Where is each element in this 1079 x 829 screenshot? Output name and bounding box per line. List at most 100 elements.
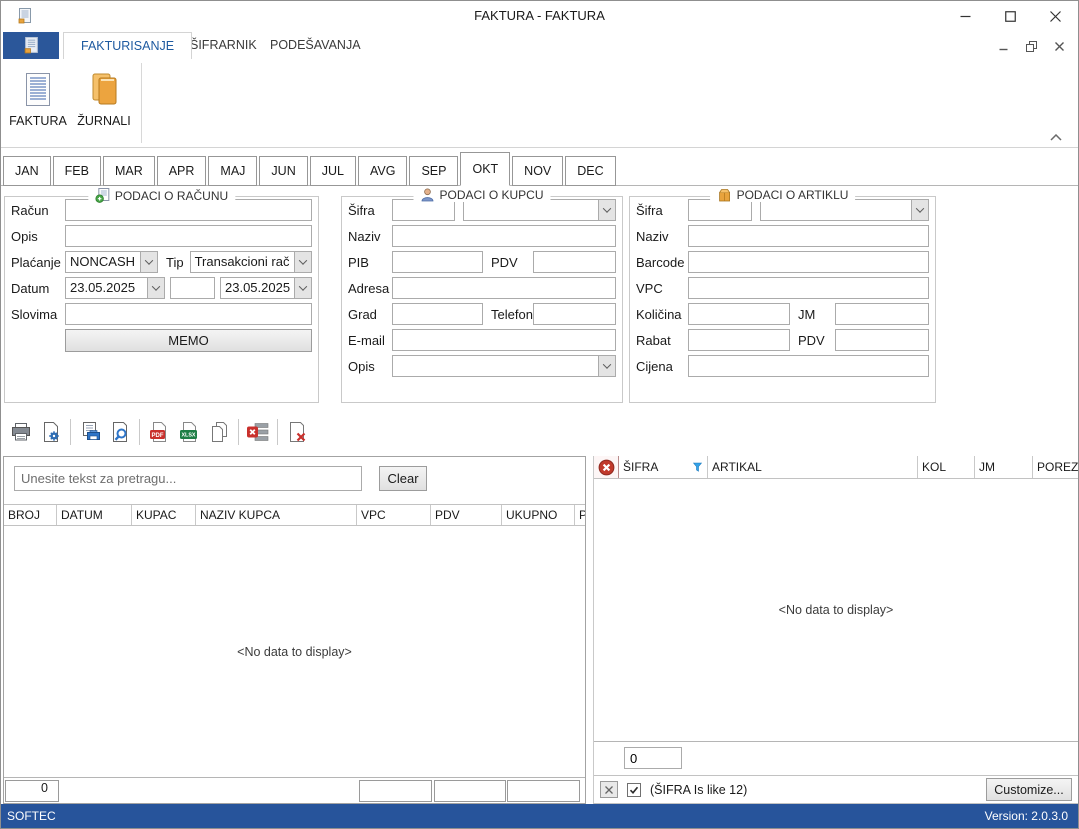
- datum-from-picker[interactable]: 23.05.2025: [65, 277, 165, 299]
- month-tab-sep[interactable]: SEP: [409, 156, 458, 186]
- faktura-button[interactable]: FAKTURA: [6, 64, 70, 142]
- column-header-broj[interactable]: BROJ: [4, 505, 57, 525]
- slovima-input[interactable]: [65, 303, 312, 325]
- artikal-kolicina-input[interactable]: [688, 303, 790, 325]
- month-tab-okt[interactable]: OKT: [460, 152, 510, 186]
- kupac-telefon-input[interactable]: [533, 303, 616, 325]
- column-header-artikal[interactable]: ARTIKAL: [708, 456, 918, 478]
- artikal-vpc-input[interactable]: [688, 277, 929, 299]
- no-data-message: <No data to display>: [779, 603, 894, 617]
- chevron-down-icon[interactable]: [598, 356, 615, 376]
- close-icon[interactable]: [1033, 1, 1078, 31]
- month-tab-dec[interactable]: DEC: [565, 156, 615, 186]
- artikal-pdv-input[interactable]: [835, 329, 929, 351]
- print-document-icon[interactable]: [75, 417, 105, 447]
- chevron-down-icon[interactable]: [140, 252, 157, 272]
- artikal-sifra-combo[interactable]: [760, 199, 929, 221]
- placanje-combo[interactable]: NONCASH: [65, 251, 158, 273]
- datum-to-picker[interactable]: 23.05.2025: [220, 277, 312, 299]
- ribbon-tab-fakturisanje[interactable]: FAKTURISANJE: [63, 32, 192, 59]
- month-tab-nov[interactable]: NOV: [512, 156, 563, 186]
- placanje-value: NONCASH: [66, 252, 140, 272]
- print-preview-icon[interactable]: [105, 417, 135, 447]
- minimize-icon[interactable]: [943, 1, 988, 31]
- racun-label: Račun: [11, 203, 65, 218]
- artikal-cijena-input[interactable]: [688, 355, 929, 377]
- items-footer-value[interactable]: [624, 747, 682, 769]
- month-tab-mar[interactable]: MAR: [103, 156, 155, 186]
- page-setup-icon[interactable]: [36, 417, 66, 447]
- clear-button[interactable]: Clear: [379, 466, 427, 491]
- month-tab-jul[interactable]: JUL: [310, 156, 356, 186]
- chevron-down-icon[interactable]: [294, 278, 311, 298]
- month-tab-feb[interactable]: FEB: [53, 156, 101, 186]
- ribbon-separator: [141, 63, 142, 143]
- tip-value: Transakcioni rač: [191, 252, 294, 272]
- mdi-restore-icon[interactable]: [1020, 37, 1042, 55]
- column-header-vpc[interactable]: VPC: [357, 505, 431, 525]
- group-racun: PODACI O RAČUNU Račun Opis Plaćanje NONC…: [4, 196, 319, 403]
- column-header-naziv-kupca[interactable]: NAZIV KUPCA: [196, 505, 357, 525]
- kupac-adresa-input[interactable]: [392, 277, 616, 299]
- chevron-down-icon[interactable]: [911, 200, 928, 220]
- delete-all-items-icon[interactable]: [594, 456, 619, 478]
- remove-filter-icon[interactable]: [600, 781, 618, 798]
- filter-funnel-icon[interactable]: [693, 462, 702, 472]
- export-xlsx-icon[interactable]: XLSX: [174, 417, 204, 447]
- zurnali-button[interactable]: ŽURNALI: [72, 64, 136, 142]
- tip-combo[interactable]: Transakcioni rač: [190, 251, 312, 273]
- maximize-icon[interactable]: [988, 1, 1033, 31]
- mdi-close-icon[interactable]: [1048, 37, 1070, 55]
- chevron-down-icon[interactable]: [598, 200, 615, 220]
- column-header-p[interactable]: P: [575, 505, 585, 525]
- kupac-adresa-label: Adresa: [348, 281, 392, 296]
- kupac-pib-input[interactable]: [392, 251, 483, 273]
- kupac-sifra-input[interactable]: [392, 199, 455, 221]
- filter-enabled-checkbox[interactable]: [627, 783, 641, 797]
- print-icon[interactable]: [6, 417, 36, 447]
- artikal-sifra-input[interactable]: [688, 199, 752, 221]
- search-input[interactable]: [14, 466, 362, 491]
- column-header-jm[interactable]: JM: [975, 456, 1033, 478]
- ribbon-tab-podesavanja[interactable]: PODEŠAVANJA: [253, 32, 378, 59]
- chevron-down-icon[interactable]: [294, 252, 311, 272]
- copy-document-icon[interactable]: [204, 417, 234, 447]
- no-data-message: <No data to display>: [237, 645, 352, 659]
- column-header-kol[interactable]: KOL: [918, 456, 975, 478]
- datum-middle-input[interactable]: [170, 277, 215, 299]
- artikal-barcode-input[interactable]: [688, 251, 929, 273]
- file-menu-button[interactable]: [3, 32, 59, 59]
- column-header-sifra[interactable]: ŠIFRA: [619, 456, 708, 478]
- mdi-minimize-icon[interactable]: [992, 37, 1014, 55]
- kupac-naziv-input[interactable]: [392, 225, 616, 247]
- kupac-email-label: E-mail: [348, 333, 392, 348]
- kupac-email-input[interactable]: [392, 329, 616, 351]
- column-header-porez[interactable]: POREZ: [1033, 456, 1078, 478]
- delete-rows-icon[interactable]: [243, 417, 273, 447]
- chevron-down-icon[interactable]: [147, 278, 164, 298]
- month-tab-maj[interactable]: MAJ: [208, 156, 257, 186]
- month-tab-apr[interactable]: APR: [157, 156, 207, 186]
- column-header-datum[interactable]: DATUM: [57, 505, 132, 525]
- collapse-ribbon-icon[interactable]: [1050, 134, 1062, 141]
- column-header-ukupno[interactable]: UKUPNO: [502, 505, 575, 525]
- kupac-sifra-combo[interactable]: [463, 199, 616, 221]
- month-tab-jun[interactable]: JUN: [259, 156, 307, 186]
- opis-input[interactable]: [65, 225, 312, 247]
- kupac-opis-combo[interactable]: [392, 355, 616, 377]
- artikal-pdv-label: PDV: [790, 333, 835, 348]
- delete-document-icon[interactable]: [282, 417, 312, 447]
- artikal-jm-input[interactable]: [835, 303, 929, 325]
- artikal-rabat-input[interactable]: [688, 329, 790, 351]
- column-header-pdv[interactable]: PDV: [431, 505, 502, 525]
- export-pdf-icon[interactable]: PDF: [144, 417, 174, 447]
- column-header-kupac[interactable]: KUPAC: [132, 505, 196, 525]
- artikal-naziv-input[interactable]: [688, 225, 929, 247]
- artikal-sifra-label: Šifra: [636, 203, 688, 218]
- memo-button[interactable]: MEMO: [65, 329, 312, 352]
- kupac-pdv-input[interactable]: [533, 251, 616, 273]
- kupac-grad-input[interactable]: [392, 303, 483, 325]
- month-tab-jan[interactable]: JAN: [3, 156, 51, 186]
- customize-button[interactable]: Customize...: [986, 778, 1072, 801]
- month-tab-avg[interactable]: AVG: [358, 156, 407, 186]
